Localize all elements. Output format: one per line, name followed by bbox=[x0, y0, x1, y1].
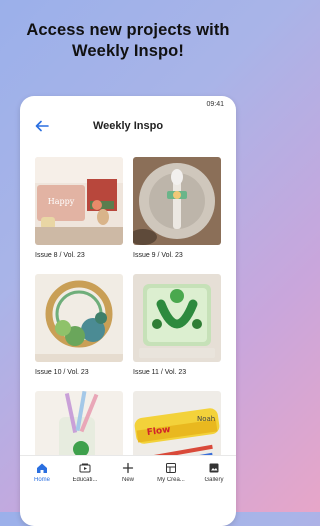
issue-thumbnail[interactable] bbox=[35, 274, 123, 362]
nav-item-education[interactable]: Educati... bbox=[65, 462, 105, 483]
issue-label: Issue 10 / Vol. 23 bbox=[35, 369, 89, 376]
issue-thumbnail[interactable]: Happy bbox=[35, 157, 123, 245]
issue-card[interactable]: Happy Issue 8 / Vol. 23 bbox=[35, 157, 123, 259]
svg-text:Noah: Noah bbox=[197, 415, 215, 423]
promo-headline-line1: Access new projects with bbox=[26, 21, 230, 39]
nav-label-gallery: Gallery bbox=[204, 477, 224, 483]
nav-item-new[interactable]: New bbox=[108, 462, 148, 483]
home-icon bbox=[37, 463, 47, 473]
nav-label-my-creations: My Crea... bbox=[157, 477, 185, 483]
promo-headline: Access new projects with Weekly Inspo! bbox=[0, 20, 256, 62]
status-bar: 09:41 bbox=[20, 96, 236, 110]
issue-card[interactable]: Issue 10 / Vol. 23 bbox=[35, 274, 123, 376]
nav-label-education: Educati... bbox=[72, 477, 98, 483]
promo-headline-line2: Weekly Inspo! bbox=[72, 42, 184, 60]
issue-label: Issue 8 / Vol. 23 bbox=[35, 252, 85, 259]
nav-item-gallery[interactable]: Gallery bbox=[194, 462, 234, 483]
issue-thumbnail[interactable] bbox=[133, 157, 221, 245]
nav-label-new: New bbox=[121, 477, 134, 483]
issue-card[interactable]: Issue 11 / Vol. 23 bbox=[133, 274, 221, 376]
status-time: 09:41 bbox=[206, 101, 224, 108]
my-creations-icon bbox=[166, 463, 176, 473]
gallery-icon bbox=[209, 463, 219, 473]
bottom-nav: Home Educati... New My Crea... Gallery bbox=[20, 455, 236, 512]
nav-item-my-creations[interactable]: My Crea... bbox=[151, 462, 191, 483]
education-icon bbox=[79, 463, 91, 473]
issue-label: Issue 9 / Vol. 23 bbox=[133, 252, 183, 259]
svg-text:Happy: Happy bbox=[48, 197, 75, 206]
plus-icon bbox=[122, 462, 134, 474]
app-bar: Weekly Inspo bbox=[20, 110, 236, 142]
issue-card[interactable]: Issue 9 / Vol. 23 bbox=[133, 157, 221, 259]
phone-frame: 09:41 Weekly Inspo Happy Issue 8 / Vol. … bbox=[20, 96, 236, 526]
page-title: Weekly Inspo bbox=[92, 120, 164, 132]
nav-label-home: Home bbox=[33, 477, 50, 483]
issue-label: Issue 11 / Vol. 23 bbox=[133, 369, 187, 376]
issue-thumbnail[interactable] bbox=[133, 274, 221, 362]
nav-item-home[interactable]: Home bbox=[22, 462, 62, 483]
